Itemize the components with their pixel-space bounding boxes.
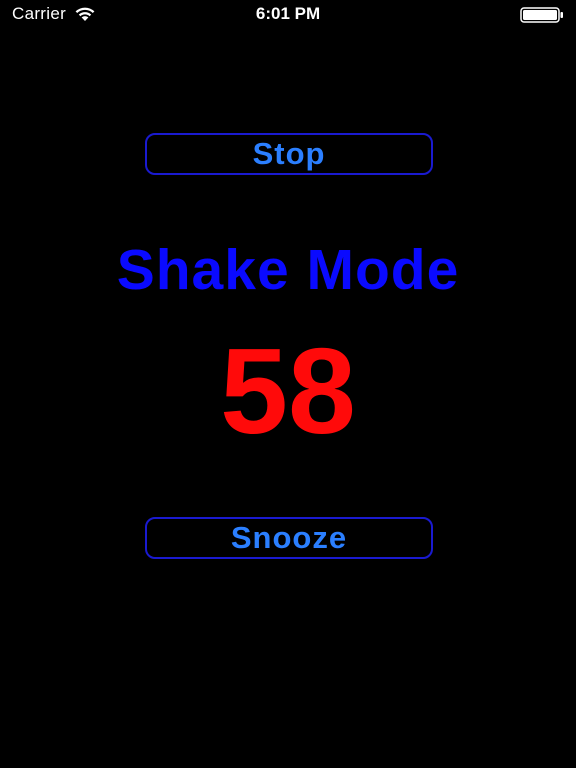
battery-full-icon — [520, 7, 563, 23]
alarm-screen: Carrier 6:01 PM Stop Shake Mode 58 Snooz… — [0, 0, 576, 768]
status-time: 6:01 PM — [255, 4, 321, 23]
snooze-button[interactable]: Snooze — [145, 517, 433, 559]
countdown-value: 58 — [220, 323, 356, 459]
status-bar: Carrier 6:01 PM — [0, 0, 576, 30]
stop-button[interactable]: Stop — [145, 133, 433, 175]
mode-title: Shake Mode — [116, 238, 460, 302]
